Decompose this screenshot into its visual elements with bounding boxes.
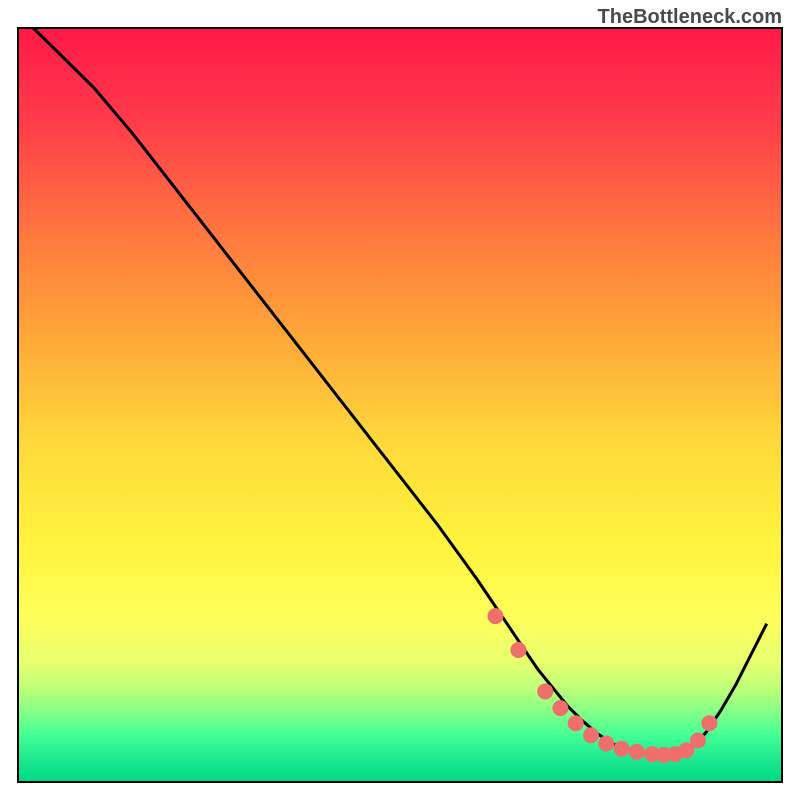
optimal-point: [583, 727, 599, 743]
optimal-point: [598, 736, 614, 752]
watermark-text: TheBottleneck.com: [598, 6, 782, 29]
chart-container: [0, 0, 800, 800]
optimal-point: [690, 733, 706, 749]
optimal-point: [488, 608, 504, 624]
optimal-point: [552, 700, 568, 716]
optimal-point: [629, 744, 645, 760]
optimal-point: [510, 642, 526, 658]
optimal-point: [537, 684, 553, 700]
optimal-point: [614, 741, 630, 757]
optimal-point: [701, 715, 717, 731]
plot-background: [18, 28, 782, 782]
optimal-point: [568, 715, 584, 731]
chart-svg: [0, 0, 800, 800]
